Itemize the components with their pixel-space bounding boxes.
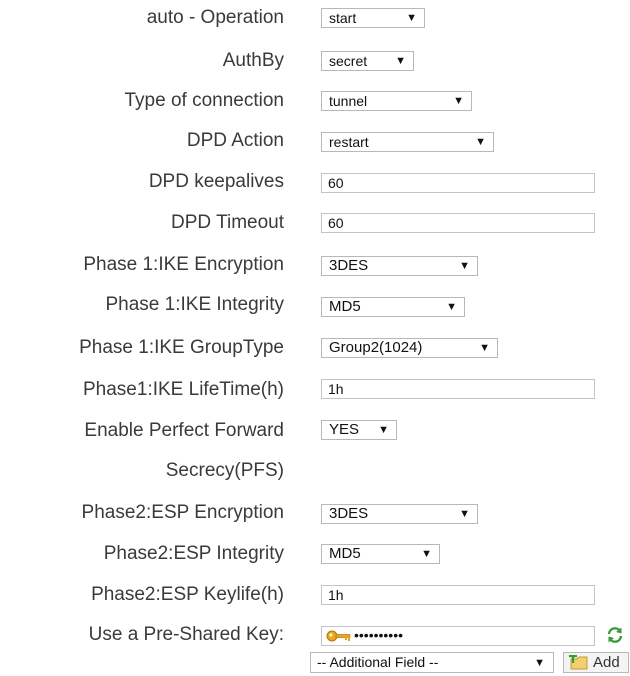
phase1-integrity-select[interactable]: MD5 ▼	[321, 297, 465, 317]
phase1-integrity-label: Phase 1:IKE Integrity	[105, 294, 285, 315]
connection-type-label: Type of connection	[124, 90, 285, 111]
phase2-integrity-select[interactable]: MD5 ▼	[321, 544, 440, 564]
phase2-encryption-select[interactable]: 3DES ▼	[321, 504, 478, 524]
add-field-label: Add	[593, 654, 620, 671]
phase1-encryption-label: Phase 1:IKE Encryption	[83, 254, 284, 275]
phase2-encryption-value: 3DES	[329, 505, 369, 522]
phase1-grouptype-label: Phase 1:IKE GroupType	[79, 337, 284, 358]
phase1-grouptype-value: Group2(1024)	[329, 339, 423, 356]
phase1-encryption-select[interactable]: 3DES ▼	[321, 256, 478, 276]
chevron-down-icon: ▼	[421, 548, 432, 560]
dpd-action-value: restart	[329, 134, 369, 150]
phase1-integrity-value: MD5	[329, 298, 361, 315]
phase2-integrity-value: MD5	[329, 545, 361, 562]
pfs-value: YES	[329, 421, 360, 438]
chevron-down-icon: ▼	[534, 657, 545, 669]
additional-field-select[interactable]: -- Additional Field -- ▼	[310, 652, 554, 673]
additional-field-value: -- Additional Field --	[317, 654, 439, 670]
add-field-icon	[569, 655, 589, 676]
dpd-timeout-input[interactable]: 60	[321, 213, 595, 233]
chevron-down-icon: ▼	[459, 508, 470, 520]
phase1-lifetime-label: Phase1:IKE LifeTime(h)	[83, 379, 284, 400]
pfs-select[interactable]: YES ▼	[321, 420, 397, 440]
auto-operation-select[interactable]: start ▼	[321, 8, 425, 28]
phase2-integrity-label: Phase2:ESP Integrity	[103, 543, 284, 564]
chevron-down-icon: ▼	[395, 55, 406, 67]
phase2-keylife-input[interactable]: 1h	[321, 585, 595, 605]
psk-input[interactable]: ••••••••••	[321, 626, 595, 646]
phase1-encryption-value: 3DES	[329, 257, 369, 274]
chevron-down-icon: ▼	[479, 342, 490, 354]
auto-operation-label: auto - Operation	[146, 7, 284, 28]
authby-label: AuthBy	[222, 50, 284, 71]
chevron-down-icon: ▼	[406, 12, 417, 24]
phase1-grouptype-select[interactable]: Group2(1024) ▼	[321, 338, 498, 358]
psk-masked-value: ••••••••••	[354, 627, 404, 643]
pfs-label-line1: Enable Perfect Forward	[84, 420, 284, 441]
auto-operation-value: start	[329, 10, 357, 26]
psk-label: Use a Pre-Shared Key:	[88, 624, 284, 645]
connection-type-select[interactable]: tunnel ▼	[321, 91, 472, 111]
chevron-down-icon: ▼	[475, 136, 486, 148]
connection-type-value: tunnel	[329, 93, 368, 109]
refresh-icon[interactable]	[606, 626, 624, 649]
authby-select[interactable]: secret ▼	[321, 51, 414, 71]
chevron-down-icon: ▼	[446, 301, 457, 313]
phase1-lifetime-input[interactable]: 1h	[321, 379, 595, 399]
pfs-label-line2: Secrecy(PFS)	[165, 460, 284, 481]
chevron-down-icon: ▼	[453, 95, 464, 107]
chevron-down-icon: ▼	[459, 260, 470, 272]
add-field-button[interactable]: Add	[563, 652, 629, 673]
authby-value: secret	[329, 53, 368, 69]
dpd-action-label: DPD Action	[186, 130, 284, 151]
dpd-keepalives-label: DPD keepalives	[148, 171, 284, 192]
dpd-action-select[interactable]: restart ▼	[321, 132, 494, 152]
phase2-encryption-label: Phase2:ESP Encryption	[81, 502, 284, 523]
key-icon	[326, 628, 352, 649]
dpd-keepalives-input[interactable]: 60	[321, 173, 595, 193]
chevron-down-icon: ▼	[378, 424, 389, 436]
phase2-keylife-label: Phase2:ESP Keylife(h)	[91, 584, 284, 605]
dpd-timeout-label: DPD Timeout	[171, 212, 284, 233]
